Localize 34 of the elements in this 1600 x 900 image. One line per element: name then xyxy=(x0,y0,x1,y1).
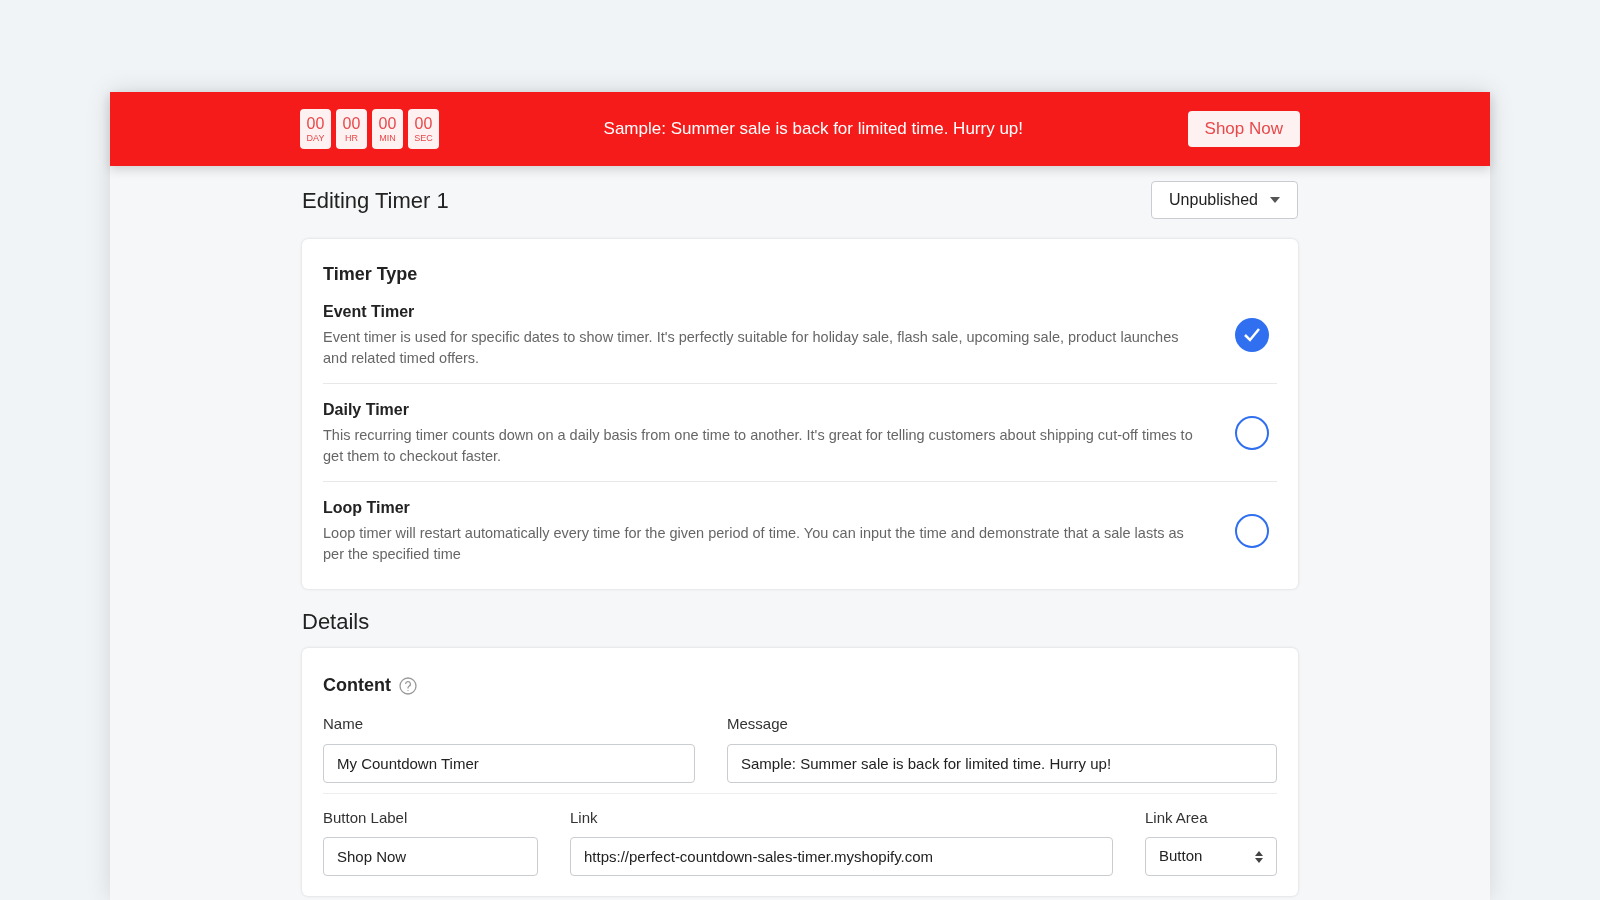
option-title: Daily Timer xyxy=(323,400,410,420)
banner-message: Sample: Summer sale is back for limited time. Hurry up! xyxy=(602,118,1024,141)
field-label: Name xyxy=(323,714,364,734)
field-label: Message xyxy=(727,714,789,734)
status-dropdown[interactable]: Unpublished xyxy=(1151,181,1298,219)
field-label: Button Label xyxy=(323,807,409,828)
option-title: Event Timer xyxy=(323,302,416,322)
field-label: Link Area xyxy=(1145,807,1209,828)
option-description: Event timer is used for specific dates to show timer. It's perfectly suitable for holiday sale, flash sale, upcoming sale, product launches and related timed offers. xyxy=(323,328,1180,368)
link-area-select[interactable]: Button xyxy=(1145,837,1277,876)
field-label: Link xyxy=(570,807,599,828)
section-heading: Details xyxy=(302,608,371,636)
help-icon[interactable] xyxy=(399,676,417,695)
button-label-field[interactable]: Shop Now xyxy=(323,837,538,876)
link-field[interactable]: https://perfect-countdown-sales-timer.myshopify.com xyxy=(570,837,1113,876)
countdown-box: 00 SEC xyxy=(408,109,439,149)
radio-checked[interactable] xyxy=(1235,317,1269,352)
name-field[interactable]: My Countdown Timer xyxy=(323,743,695,783)
option-description: Loop timer will restart automatically every time for the given period of time. You can input the time and demonstrate that a sale lasts as per the specified time xyxy=(323,524,1185,564)
countdown-box: 00 DAY xyxy=(300,109,331,149)
message-field[interactable]: Sample: Summer sale is back for limited time. Hurry up! xyxy=(727,743,1277,783)
option-description: This recurring timer counts down on a daily basis from one time to another. It's great for telling customers about shipping cut-off times to get them to checkout faster. xyxy=(323,426,1194,466)
checkmark-icon xyxy=(1243,326,1261,343)
section-title: Timer Type xyxy=(323,263,419,286)
option-title: Loop Timer xyxy=(323,498,411,518)
radio-button[interactable] xyxy=(1235,513,1269,548)
sort-arrows-icon xyxy=(1255,850,1263,863)
shop-now-button[interactable]: Shop Now xyxy=(1187,111,1300,147)
page-title: Editing Timer 1 xyxy=(302,186,449,215)
radio-button[interactable] xyxy=(1235,415,1269,450)
countdown-box: 00 HR xyxy=(336,109,367,149)
caret-icon xyxy=(1270,197,1280,203)
section-title: Content xyxy=(323,674,391,697)
countdown-box: 00 MIN xyxy=(372,109,403,149)
